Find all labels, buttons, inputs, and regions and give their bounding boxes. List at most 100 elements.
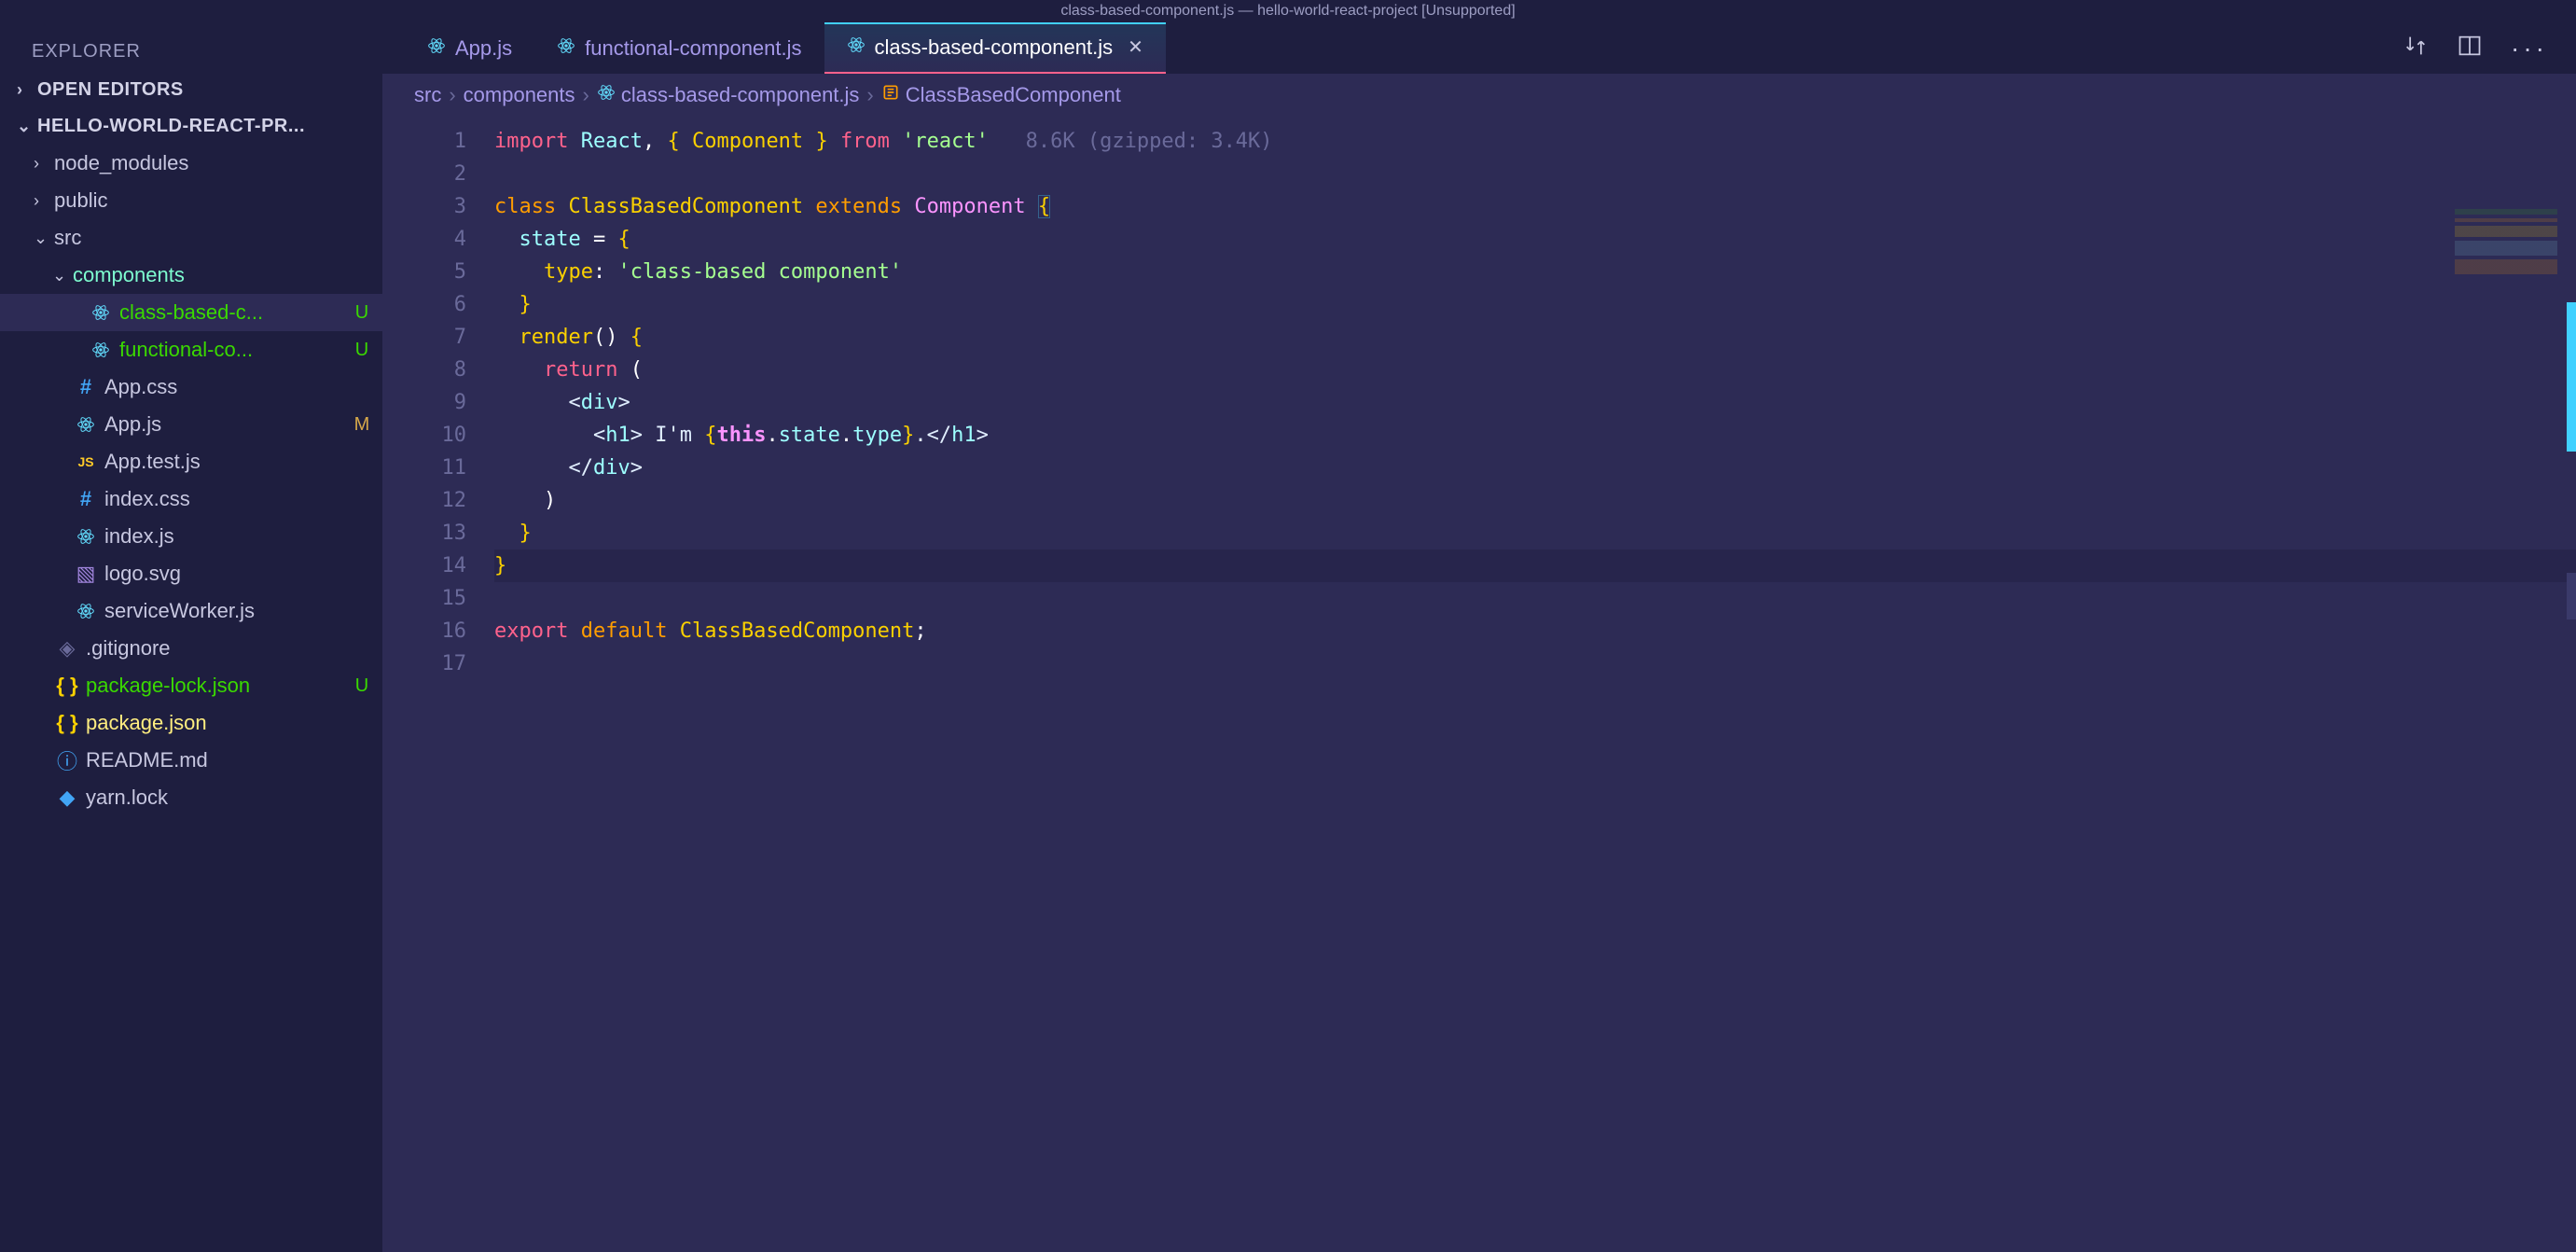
file-tree: ›node_modules›public⌄src⌄componentsclass… [0,145,382,1252]
minimap[interactable] [2455,209,2557,274]
file-item[interactable]: ◈.gitignore [0,630,382,667]
folder-item[interactable]: ›node_modules [0,145,382,182]
code-line[interactable]: ) [494,484,2576,517]
sidebar-title: EXPLORER [0,22,382,72]
symbol-icon [881,83,900,107]
code-line[interactable]: import React, { Component } from 'react'… [494,125,2576,158]
code-line[interactable]: <div> [494,386,2576,419]
line-number: 11 [382,452,466,484]
code-line[interactable]: </div> [494,452,2576,484]
breadcrumb[interactable]: src›components›class-based-component.js›… [382,74,2576,116]
code-line[interactable] [494,647,2576,680]
file-item[interactable]: #index.css [0,480,382,518]
tree-item-label: public [54,188,351,213]
lock-icon: ◆ [54,786,80,810]
css-icon: # [73,487,99,511]
project-section[interactable]: ⌄ HELLO-WORLD-REACT-PR... [0,108,382,145]
file-item[interactable]: { }package-lock.jsonU [0,667,382,704]
folder-item[interactable]: ›public [0,182,382,219]
breadcrumb-item[interactable]: src [414,83,441,107]
code-line[interactable]: <h1> I'm {this.state.type}.</h1> [494,419,2576,452]
tab-label: functional-component.js [585,36,801,61]
line-number: 1 [382,125,466,158]
code-line[interactable]: type: 'class-based component' [494,256,2576,288]
file-item[interactable]: ⓘREADME.md [0,742,382,779]
breadcrumb-item[interactable]: ClassBasedComponent [881,83,1121,107]
file-item[interactable]: functional-co...U [0,331,382,369]
css-icon: # [73,375,99,399]
file-item[interactable]: App.jsM [0,406,382,443]
close-icon[interactable]: ✕ [1128,35,1143,59]
git-status-badge: M [351,414,373,436]
line-number: 12 [382,484,466,517]
react-icon [427,36,446,61]
folder-item[interactable]: ⌄components [0,257,382,294]
tree-item-label: serviceWorker.js [104,599,351,623]
tree-item-label: package.json [86,711,351,735]
more-actions-icon[interactable]: ··· [2511,34,2548,63]
json-icon: { } [54,674,80,698]
tree-item-label: yarn.lock [86,786,351,810]
react-icon [847,35,866,60]
tree-item-label: functional-co... [119,338,351,362]
tree-item-label: class-based-c... [119,300,351,325]
code-line[interactable]: export default ClassBasedComponent; [494,615,2576,647]
tree-item-label: src [54,226,351,250]
tree-item-label: index.js [104,524,351,549]
code-line[interactable]: return ( [494,354,2576,386]
json-icon: { } [54,711,80,735]
file-item[interactable]: ◆yarn.lock [0,779,382,816]
file-item[interactable]: JS App.test.js [0,443,382,480]
folder-item[interactable]: ⌄src [0,219,382,257]
tree-item-label: components [73,263,351,287]
file-item[interactable]: index.js [0,518,382,555]
editor-tab[interactable]: functional-component.js [534,22,824,74]
tree-item-label: App.test.js [104,450,351,474]
code-line[interactable] [494,158,2576,190]
code-line[interactable] [494,582,2576,615]
code-line[interactable]: class ClassBasedComponent extends Compon… [494,190,2576,223]
editor-tab[interactable]: App.js [405,22,534,74]
breadcrumb-item[interactable]: components [464,83,575,107]
md-icon: ⓘ [54,745,80,775]
code-line[interactable]: } [494,288,2576,321]
js-icon: JS [73,454,99,469]
code-editor[interactable]: import React, { Component } from 'react'… [485,116,2576,1252]
tree-item-label: node_modules [54,151,351,175]
split-editor-icon[interactable] [2457,33,2483,63]
compare-icon[interactable] [2403,33,2429,63]
tab-bar: App.js functional-component.js class-based… [382,22,2576,74]
git-icon: ◈ [54,636,80,661]
tree-item-label: App.js [104,412,351,437]
file-item[interactable]: { }package.json [0,704,382,742]
line-number: 9 [382,386,466,419]
file-item[interactable]: ▧logo.svg [0,555,382,592]
chevron-right-icon: › [17,80,37,100]
code-line[interactable]: } [494,549,2576,582]
line-number: 14 [382,549,466,582]
code-line[interactable]: state = { [494,223,2576,256]
file-item[interactable]: class-based-c...U [0,294,382,331]
breadcrumb-item[interactable]: class-based-component.js [597,83,860,107]
code-line[interactable]: } [494,517,2576,549]
file-item[interactable]: #App.css [0,369,382,406]
react-icon [73,602,99,620]
tab-label: App.js [455,36,512,61]
open-editors-section[interactable]: › OPEN EDITORS [0,72,382,108]
line-number-gutter: 1234567891011121314151617 [382,116,485,1252]
breadcrumb-separator: › [866,83,873,107]
react-icon [88,303,114,322]
code-line[interactable]: render() { [494,321,2576,354]
chevron-down-icon: ⌄ [17,117,37,136]
file-item[interactable]: serviceWorker.js [0,592,382,630]
chevron-down-icon: ⌄ [34,229,54,248]
react-icon [88,341,114,359]
react-icon [557,36,575,61]
line-number: 3 [382,190,466,223]
line-number: 15 [382,582,466,615]
editor-tab[interactable]: class-based-component.js✕ [824,22,1166,74]
line-number: 6 [382,288,466,321]
breadcrumb-separator: › [583,83,589,107]
tree-item-label: .gitignore [86,636,351,661]
line-number: 7 [382,321,466,354]
